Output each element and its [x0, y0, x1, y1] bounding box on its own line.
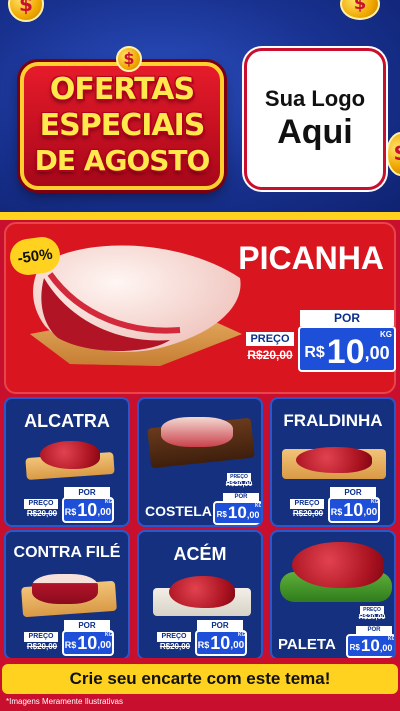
old-price: R$20,00: [225, 481, 253, 488]
logo-text-line2: Aqui: [277, 113, 353, 151]
cta-button[interactable]: Crie seu encarte com este tema!: [2, 664, 398, 694]
costela-image: [161, 417, 233, 447]
price-cents: ,00: [246, 510, 260, 520]
coin-icon: $: [116, 46, 142, 72]
price-cents: ,00: [379, 643, 393, 653]
old-price: R$20,00: [26, 642, 58, 651]
unit-label: KG: [238, 632, 246, 638]
alcatra-image: [40, 441, 100, 469]
preco-label: PREÇO: [290, 499, 324, 509]
product-name: FRALDINHA: [283, 411, 383, 430]
logo-placeholder[interactable]: Sua Logo Aqui: [244, 48, 386, 190]
price-tag: PREÇO R$20,00 POR R$ 10 ,00 KG: [24, 618, 128, 658]
currency: R$: [304, 344, 325, 361]
preco-label: PREÇO: [24, 632, 58, 642]
old-price: R$20,00: [26, 509, 58, 518]
currency: R$: [64, 507, 77, 517]
unit-label: KG: [388, 636, 396, 642]
product-name: ALCATRA: [24, 411, 110, 431]
currency: R$: [64, 640, 77, 650]
product-name: COSTELA: [145, 503, 212, 519]
currency: R$: [197, 640, 210, 650]
coin-icon: $: [8, 0, 44, 22]
price-cents: ,00: [97, 507, 112, 518]
old-price: R$20,00: [159, 642, 191, 651]
coin-icon: $: [386, 132, 400, 176]
paleta-image: [292, 542, 384, 588]
price-cents: ,00: [97, 640, 112, 651]
price-int: 10: [210, 633, 231, 653]
product-name: CONTRA FILÉ: [13, 544, 121, 561]
disclaimer: *Imagens Meramente Ilustrativas: [6, 697, 123, 706]
product-card-fraldinha[interactable]: FRALDINHA PREÇO R$20,00 POR R$ 10 ,00 KG: [270, 397, 396, 527]
price-tag: PREÇO R$20,00 POR R$ 10 ,00 KG: [24, 485, 128, 525]
currency: R$: [349, 643, 360, 652]
unit-label: KG: [255, 503, 263, 509]
old-price: R$20,00: [292, 509, 324, 518]
price-int: 10: [343, 500, 364, 520]
preco-label: PREÇO: [246, 332, 294, 346]
title-line-1: OFERTAS: [49, 72, 195, 107]
price-int: 10: [77, 500, 98, 520]
price-tag: PREÇO R$20,00 POR R$ 10 ,00 KG: [290, 485, 394, 525]
unit-label: KG: [105, 632, 113, 638]
unit-label: KG: [380, 330, 392, 339]
unit-label: KG: [371, 499, 379, 505]
header: $ $ $ OFERTAS ESPECIAIS DE AGOSTO $ Sua …: [0, 0, 400, 218]
product-card-costela[interactable]: COSTELA PREÇO R$20,00 POR R$ 10 ,00 KG: [137, 397, 263, 527]
product-card-paleta[interactable]: PALETA PREÇO R$20,00 POR R$ 10 ,00 KG: [270, 530, 396, 660]
price-cents: ,00: [364, 343, 390, 363]
yellow-divider: [0, 212, 400, 220]
acem-image: [169, 576, 235, 608]
old-price: R$20,00: [358, 614, 386, 621]
title-line-2: ESPECIAIS: [39, 108, 206, 143]
preco-label: PREÇO: [24, 499, 58, 509]
product-card-acem[interactable]: ACÉM PREÇO R$20,00 POR R$ 10 ,00 KG: [137, 530, 263, 660]
hero-offer[interactable]: PICANHA PREÇO R$20,00 POR R$ 10 ,00 KG: [4, 222, 396, 394]
fraldinha-image: [296, 447, 372, 473]
flyer: $ $ $ OFERTAS ESPECIAIS DE AGOSTO $ Sua …: [0, 0, 400, 711]
price-cents: ,00: [230, 640, 245, 651]
product-name: PALETA: [278, 636, 336, 653]
logo-text-line1: Sua Logo: [264, 86, 366, 111]
product-card-contra-file[interactable]: CONTRA FILÉ PREÇO R$20,00 POR R$ 10 ,00 …: [4, 530, 130, 660]
hero-price-tag: PREÇO R$20,00 POR R$ 10 ,00 KG: [240, 306, 400, 376]
price-tag: PREÇO R$20,00 POR R$ 10 ,00 KG: [157, 618, 261, 658]
hero-product-name: PICANHA: [238, 240, 384, 276]
product-name: ACÉM: [173, 544, 227, 564]
currency: R$: [216, 510, 227, 519]
currency: R$: [330, 507, 343, 517]
price-int: 10: [77, 633, 98, 653]
por-label: POR: [300, 310, 394, 326]
price-tag: PREÇO R$20,00 POR R$ 10 ,00 KG: [213, 471, 263, 525]
preco-label: PREÇO: [227, 473, 251, 481]
contra-file-image: [32, 574, 98, 604]
title-line-3: DE AGOSTO: [34, 144, 211, 177]
preco-label: PREÇO: [360, 606, 384, 614]
price-int: 10: [326, 333, 365, 371]
coin-icon: $: [340, 0, 380, 20]
old-price: R$20,00: [247, 348, 293, 362]
unit-label: KG: [105, 499, 113, 505]
title-badge: OFERTAS ESPECIAIS DE AGOSTO: [20, 62, 224, 190]
price-cents: ,00: [363, 507, 378, 518]
product-card-alcatra[interactable]: ALCATRA PREÇO R$20,00 POR R$ 10 ,00 KG: [4, 397, 130, 527]
preco-label: PREÇO: [157, 632, 191, 642]
price-tag: PREÇO R$20,00 POR R$ 10 ,00 KG: [346, 604, 396, 658]
price-int: 10: [227, 503, 247, 522]
price-int: 10: [360, 636, 380, 655]
